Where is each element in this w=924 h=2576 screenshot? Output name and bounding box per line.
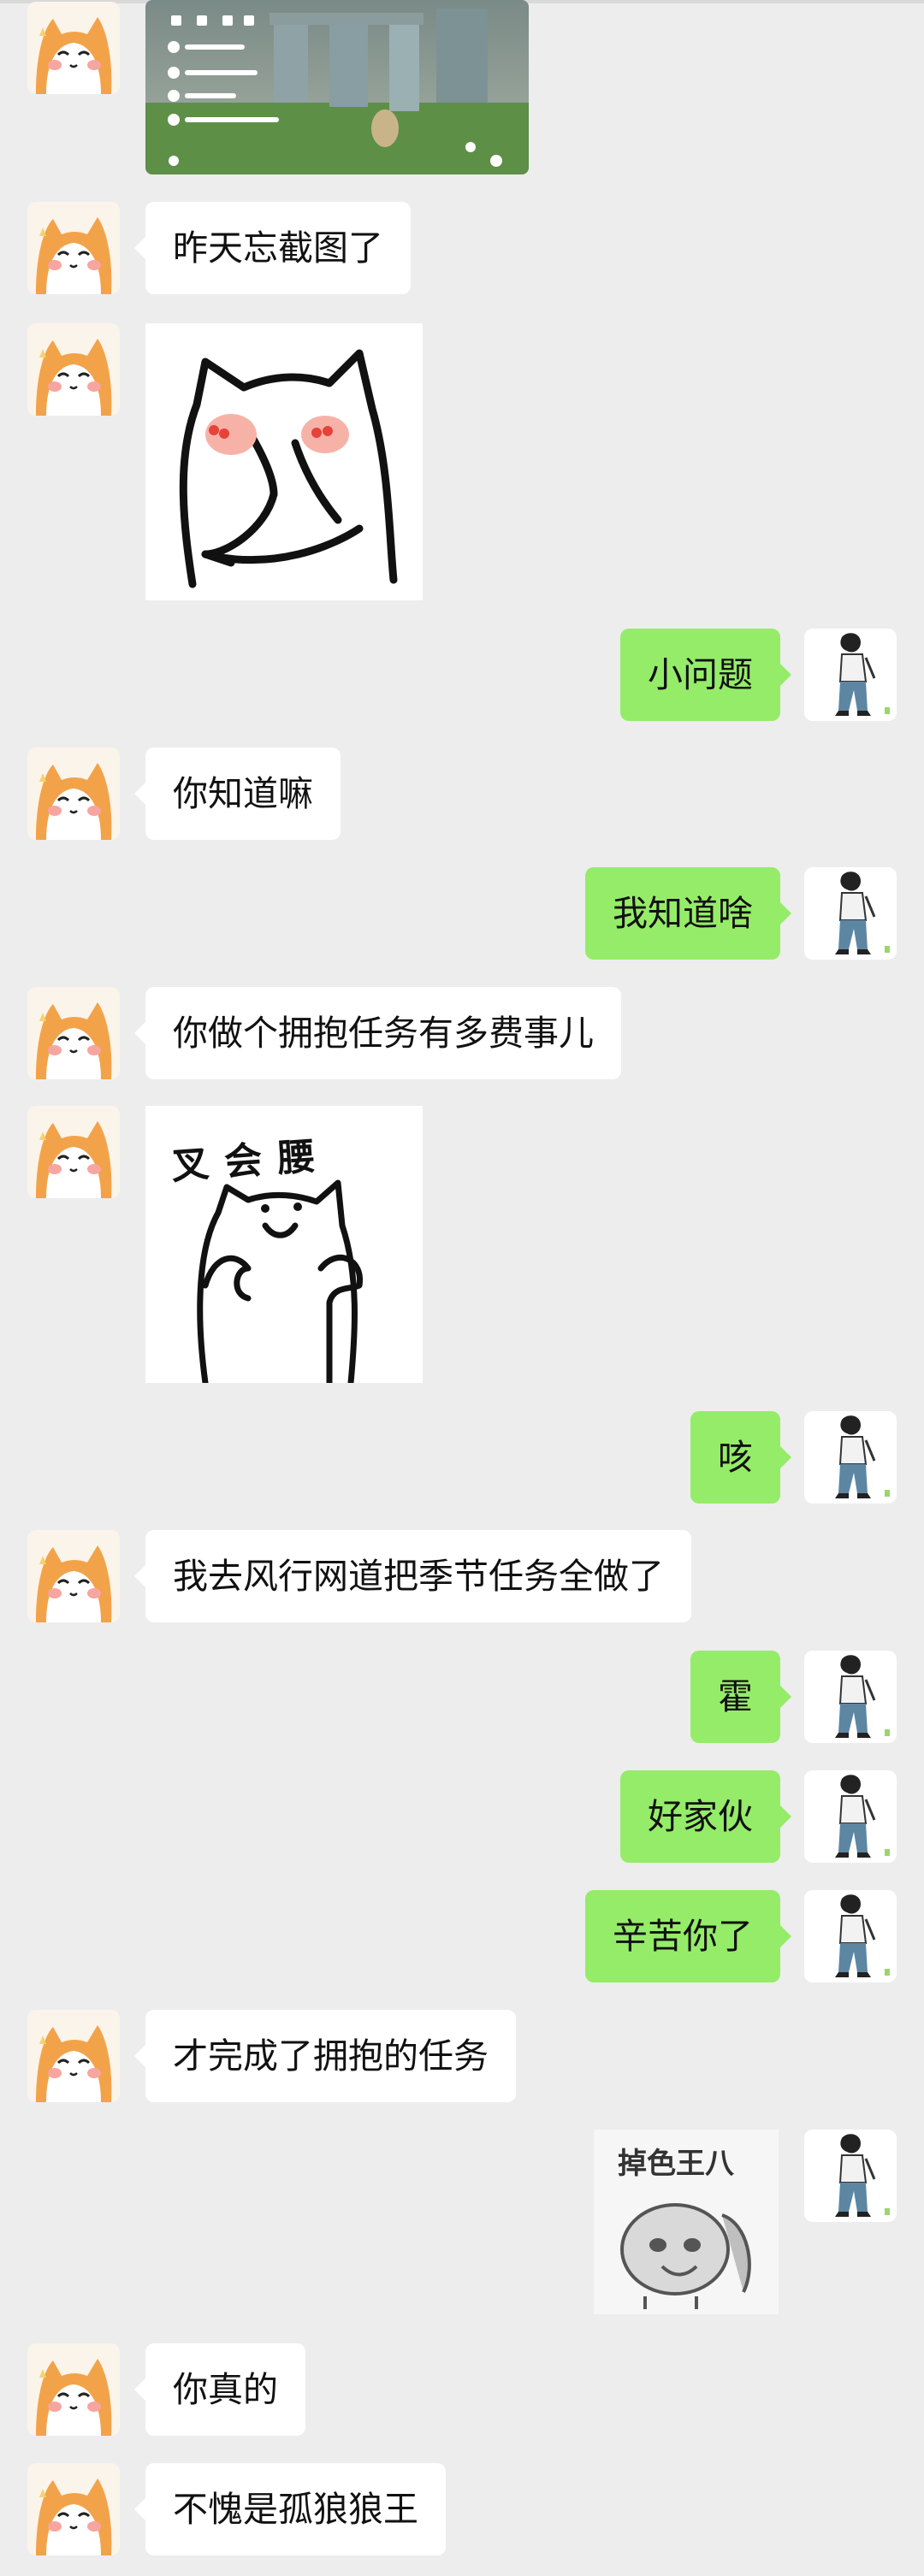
boy-avatar-icon bbox=[804, 1651, 897, 1743]
message-row bbox=[0, 0, 924, 180]
text-bubble[interactable]: 咳 bbox=[690, 1411, 791, 1504]
message-row: 好家伙 bbox=[0, 1770, 924, 1863]
cat-covering-mouth-sticker[interactable] bbox=[145, 323, 423, 600]
shiba-avatar[interactable] bbox=[27, 202, 120, 294]
message-row bbox=[0, 323, 924, 600]
game-screenshot-icon bbox=[145, 0, 529, 174]
text-bubble[interactable]: 你真的 bbox=[134, 2343, 305, 2436]
text-bubble[interactable]: 辛苦你了 bbox=[585, 1890, 791, 1982]
boy-avatar[interactable] bbox=[804, 629, 897, 721]
game-screenshot-image[interactable] bbox=[145, 0, 529, 174]
boy-avatar-icon bbox=[804, 1411, 897, 1504]
message-row: 不愧是孤狼狼王 bbox=[0, 2463, 924, 2555]
text-bubble[interactable]: 我知道啥 bbox=[585, 867, 791, 960]
text-bubble[interactable]: 才完成了拥抱的任务 bbox=[134, 2010, 516, 2102]
fading-dog-sticker[interactable]: 掉色王八 bbox=[594, 2130, 779, 2314]
shiba-avatar-icon bbox=[27, 2463, 120, 2555]
message-row: 你知道嘛 bbox=[0, 747, 924, 840]
boy-avatar[interactable] bbox=[804, 1651, 897, 1743]
boy-avatar[interactable] bbox=[804, 867, 897, 960]
shiba-avatar-icon bbox=[27, 1530, 120, 1622]
boy-avatar-icon bbox=[804, 1890, 897, 1982]
boy-avatar-icon bbox=[804, 2130, 897, 2222]
boy-avatar[interactable] bbox=[804, 1770, 897, 1863]
shiba-avatar[interactable] bbox=[27, 2010, 120, 2102]
message-row: 你做个拥抱任务有多费事儿 bbox=[0, 987, 924, 1079]
text-bubble[interactable]: 不愧是孤狼狼王 bbox=[134, 2463, 446, 2555]
shiba-avatar[interactable] bbox=[27, 2463, 120, 2555]
message-row: 叉会腰 bbox=[0, 1106, 924, 1383]
shiba-avatar[interactable] bbox=[27, 1530, 120, 1622]
cat-covering-mouth-icon bbox=[179, 349, 398, 588]
shiba-avatar-icon bbox=[27, 1106, 120, 1198]
message-row: 我知道啥 bbox=[0, 867, 924, 960]
message-row: 小问题 bbox=[0, 629, 924, 721]
text-bubble[interactable]: 霍 bbox=[690, 1651, 791, 1743]
message-row: 掉色王八 bbox=[0, 2130, 924, 2314]
cat-waist-icon bbox=[197, 1179, 363, 1383]
text-bubble[interactable]: 你做个拥抱任务有多费事儿 bbox=[134, 987, 621, 1079]
shiba-avatar-icon bbox=[27, 202, 120, 294]
boy-avatar-icon bbox=[804, 1770, 897, 1863]
text-bubble[interactable]: 小问题 bbox=[620, 629, 791, 721]
shiba-avatar[interactable] bbox=[27, 1106, 120, 1198]
text-bubble[interactable]: 你知道嘛 bbox=[134, 747, 341, 840]
text-bubble[interactable]: 我去风行网道把季节任务全做了 bbox=[134, 1530, 691, 1622]
message-row: 咳 bbox=[0, 1411, 924, 1504]
text-bubble[interactable]: 昨天忘截图了 bbox=[134, 202, 411, 294]
shiba-avatar-icon bbox=[27, 2010, 120, 2102]
message-row: 我去风行网道把季节任务全做了 bbox=[0, 1530, 924, 1622]
shiba-avatar-icon bbox=[27, 323, 120, 416]
text-bubble[interactable]: 好家伙 bbox=[620, 1770, 791, 1863]
message-row: 辛苦你了 bbox=[0, 1890, 924, 1982]
message-row: 霍 bbox=[0, 1651, 924, 1743]
shiba-avatar[interactable] bbox=[27, 323, 120, 416]
boy-avatar-icon bbox=[804, 629, 897, 721]
shiba-avatar[interactable] bbox=[27, 2, 120, 94]
shiba-avatar[interactable] bbox=[27, 747, 120, 840]
fading-dog-icon bbox=[620, 2203, 751, 2309]
shiba-avatar-icon bbox=[27, 747, 120, 840]
shiba-avatar-icon bbox=[27, 987, 120, 1079]
shiba-avatar-icon bbox=[27, 2343, 120, 2436]
message-row: 昨天忘截图了 bbox=[0, 202, 924, 294]
shiba-avatar-icon bbox=[27, 2, 120, 94]
message-row: 才完成了拥抱的任务 bbox=[0, 2010, 924, 2102]
boy-avatar[interactable] bbox=[804, 1890, 897, 1982]
shiba-avatar[interactable] bbox=[27, 987, 120, 1079]
shiba-avatar[interactable] bbox=[27, 2343, 120, 2436]
boy-avatar[interactable] bbox=[804, 1411, 897, 1504]
boy-avatar[interactable] bbox=[804, 2130, 897, 2222]
cat-hands-on-waist-sticker[interactable]: 叉会腰 bbox=[145, 1106, 423, 1383]
message-row: 你真的 bbox=[0, 2343, 924, 2436]
boy-avatar-icon bbox=[804, 867, 897, 960]
